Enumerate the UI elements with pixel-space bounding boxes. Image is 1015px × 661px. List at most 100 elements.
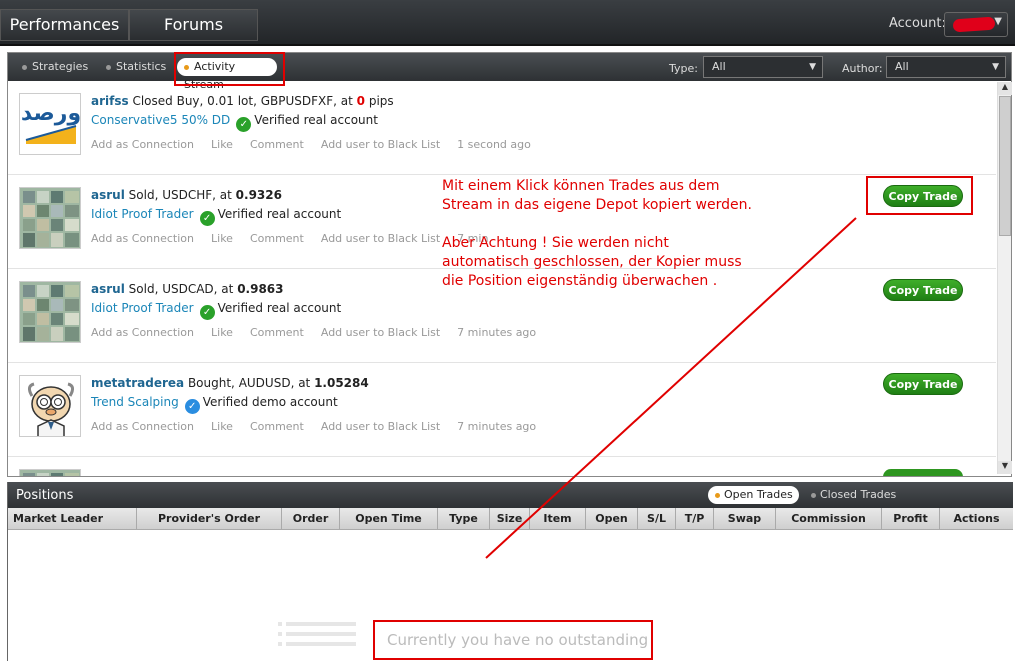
trade-summary: arifss Closed Buy, 0.01 lot, GBPUSDFXF, … xyxy=(91,94,394,108)
column-size[interactable]: Size xyxy=(490,508,530,530)
column-order[interactable]: Order xyxy=(282,508,340,530)
verified-label: Verified real account xyxy=(254,113,378,127)
type-filter-select[interactable]: All ▼ xyxy=(703,56,823,78)
feed-scrollbar[interactable]: ▲ ▼ xyxy=(997,82,1012,474)
tab-performances[interactable]: Performances xyxy=(0,9,129,41)
copy-trade-button[interactable]: Copy Trade xyxy=(883,373,963,395)
column-open-time[interactable]: Open Time xyxy=(340,508,438,530)
column-swap[interactable]: Swap xyxy=(714,508,776,530)
feed-item: metatraderea Bought, AUDUSD, at 1.05284 … xyxy=(8,363,996,457)
like-link[interactable]: Like xyxy=(211,326,233,339)
trade-value: 0 xyxy=(356,94,366,108)
strategy-link[interactable]: Idiot Proof Trader xyxy=(91,301,194,315)
column-actions[interactable]: Actions xyxy=(940,508,1013,530)
column-market-leader[interactable]: Market Leader xyxy=(8,508,137,530)
redacted-account-mark xyxy=(952,16,996,33)
add-connection-link[interactable]: Add as Connection xyxy=(91,232,194,245)
broker-logo-icon: ورصد xyxy=(21,101,81,144)
author-link[interactable]: asrul xyxy=(91,282,125,296)
avatar[interactable] xyxy=(19,187,81,249)
copy-trade-button[interactable]: Copy Trade xyxy=(883,279,963,301)
scroll-down-icon[interactable]: ▼ xyxy=(998,461,1012,474)
annotation-text: Aber Achtung ! Sie werden nicht automati… xyxy=(442,234,742,291)
tab-forums[interactable]: Forums xyxy=(129,9,258,41)
account-select[interactable]: ▼ xyxy=(944,12,1008,37)
chevron-down-icon: ▼ xyxy=(992,62,999,72)
annotation-text: Mit einem Klick können Trades aus dem St… xyxy=(442,177,752,215)
photo-collage-icon xyxy=(20,282,80,342)
author-link[interactable]: arifss xyxy=(91,94,129,108)
comment-link[interactable]: Comment xyxy=(250,232,304,245)
like-link[interactable]: Like xyxy=(211,420,233,433)
cartoon-professor-icon xyxy=(20,376,80,436)
comment-link[interactable]: Comment xyxy=(250,420,304,433)
strategy-link[interactable]: Idiot Proof Trader xyxy=(91,207,194,221)
tab-open-trades[interactable]: Open Trades xyxy=(708,486,799,504)
subtab-strategies[interactable]: Strategies xyxy=(22,58,88,76)
type-filter-label: Type: xyxy=(669,62,698,75)
column-commission[interactable]: Commission xyxy=(776,508,882,530)
photo-collage-icon xyxy=(20,188,80,248)
svg-text:ورصد: ورصد xyxy=(21,101,81,126)
blacklist-link[interactable]: Add user to Black List xyxy=(321,232,440,245)
trade-value: 0.9326 xyxy=(235,188,282,202)
empty-list-icon xyxy=(278,622,356,646)
column-providers-order[interactable]: Provider's Order xyxy=(137,508,282,530)
blacklist-link[interactable]: Add user to Black List xyxy=(321,138,440,151)
dot-icon xyxy=(811,492,816,498)
column-sl[interactable]: S/L xyxy=(638,508,676,530)
avatar[interactable] xyxy=(19,469,81,476)
dot-icon xyxy=(22,64,27,70)
column-tp[interactable]: T/P xyxy=(676,508,714,530)
account-label: Account: xyxy=(889,16,946,31)
timestamp: 1 second ago xyxy=(457,138,531,151)
scroll-thumb[interactable] xyxy=(999,96,1011,236)
add-connection-link[interactable]: Add as Connection xyxy=(91,420,194,433)
chevron-down-icon: ▼ xyxy=(809,62,816,72)
annotation-line: automatisch geschlossen, der Kopier muss xyxy=(442,254,742,270)
strategy-line: Idiot Proof Trader ✓ Verified real account xyxy=(91,207,341,226)
author-link[interactable]: asrul xyxy=(91,188,125,202)
scroll-up-icon[interactable]: ▲ xyxy=(998,82,1012,95)
subtab-label: Strategies xyxy=(32,60,89,73)
blacklist-link[interactable]: Add user to Black List xyxy=(321,326,440,339)
photo-collage-icon xyxy=(20,470,80,476)
timestamp: 7 minutes ago xyxy=(457,420,537,433)
check-icon: ✓ xyxy=(199,211,215,226)
copy-trade-button-partial[interactable] xyxy=(883,469,963,476)
column-open[interactable]: Open xyxy=(586,508,638,530)
strategy-link[interactable]: Conservative5 50% DD xyxy=(91,113,230,127)
tab-closed-trades[interactable]: Closed Trades xyxy=(811,486,896,504)
add-connection-link[interactable]: Add as Connection xyxy=(91,138,194,151)
author-filter-select[interactable]: All ▼ xyxy=(886,56,1006,78)
comment-link[interactable]: Comment xyxy=(250,326,304,339)
column-item[interactable]: Item xyxy=(530,508,586,530)
add-connection-link[interactable]: Add as Connection xyxy=(91,326,194,339)
tab-label: Open Trades xyxy=(724,488,793,501)
comment-link[interactable]: Comment xyxy=(250,138,304,151)
avatar[interactable] xyxy=(19,375,81,437)
blacklist-link[interactable]: Add user to Black List xyxy=(321,420,440,433)
activity-panel-header: Strategies Statistics Activity Stream Ty… xyxy=(8,52,1011,91)
feed-item: ورصد arifss Closed Buy, 0.01 lot, GBPUSD… xyxy=(8,81,996,175)
annotation-line: die Position eigenständig überwachen . xyxy=(442,273,718,289)
tab-label: Closed Trades xyxy=(820,488,897,501)
like-link[interactable]: Like xyxy=(211,138,233,151)
column-profit[interactable]: Profit xyxy=(882,508,940,530)
empty-state-message: Currently you have no outstanding xyxy=(373,620,653,660)
verified-label: Verified demo account xyxy=(202,395,338,409)
trade-summary: asrul Sold, USDCHF, at 0.9326 xyxy=(91,188,282,202)
column-type[interactable]: Type xyxy=(438,508,490,530)
author-link[interactable]: metatraderea xyxy=(91,376,184,390)
page: Performances Forums Account: ▼ Strategie… xyxy=(0,0,1015,661)
strategy-link[interactable]: Trend Scalping xyxy=(91,395,179,409)
subtab-statistics[interactable]: Statistics xyxy=(106,58,166,76)
like-link[interactable]: Like xyxy=(211,232,233,245)
feed-item-actions: Add as Connection Like Comment Add user to … xyxy=(91,138,548,151)
dot-icon xyxy=(715,492,720,498)
avatar[interactable] xyxy=(19,281,81,343)
positions-table-header: Market Leader Provider's Order Order Ope… xyxy=(8,508,1013,530)
avatar[interactable]: ورصد xyxy=(19,93,81,155)
trade-summary: asrul Sold, USDCAD, at 0.9863 xyxy=(91,282,284,296)
strategy-line: Trend Scalping ✓ Verified demo account xyxy=(91,395,338,414)
